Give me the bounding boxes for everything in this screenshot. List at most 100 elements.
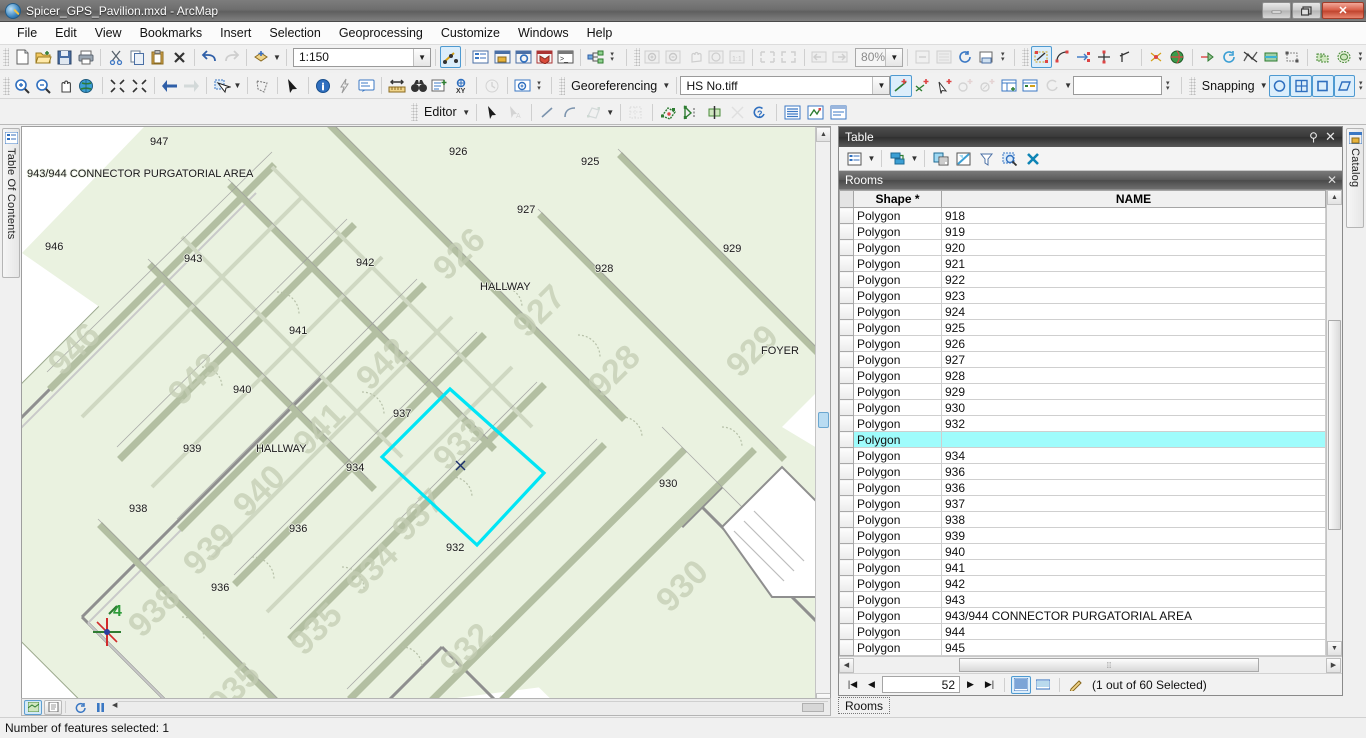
table-row[interactable]: Polygon 941: [839, 559, 1326, 576]
tools-overflow-icon[interactable]: ▾ ▾: [533, 75, 544, 97]
create-features-window-icon[interactable]: [827, 101, 850, 123]
row-selector-cell[interactable]: [839, 639, 854, 656]
select-by-attributes-icon[interactable]: [975, 148, 998, 170]
table-row[interactable]: Polygon 943: [839, 591, 1326, 608]
chevron-down-icon[interactable]: ▼: [872, 77, 890, 94]
full-extent-raster-icon[interactable]: [706, 46, 727, 68]
select-elements-arrow-icon[interactable]: [282, 75, 304, 97]
table-vertical-scrollbar[interactable]: ▲ ▼: [1326, 190, 1342, 656]
table-options-icon[interactable]: [843, 148, 866, 170]
cell-shape[interactable]: Polygon: [853, 463, 942, 480]
table-row[interactable]: Polygon 919: [839, 223, 1326, 240]
previous-record-icon[interactable]: ◀: [863, 676, 880, 693]
cell-name[interactable]: 936: [941, 479, 1326, 496]
edge-snapping-icon[interactable]: [1311, 74, 1334, 97]
find-route-icon[interactable]: [429, 75, 451, 97]
full-extent-globe-icon[interactable]: [76, 75, 98, 97]
table-of-contents-window-icon[interactable]: [470, 46, 491, 68]
cell-name[interactable]: 928: [941, 367, 1326, 384]
row-selector-cell[interactable]: [839, 223, 854, 240]
sketch-arc-icon[interactable]: [1052, 46, 1073, 68]
reshape-polygon-icon[interactable]: [1282, 46, 1303, 68]
close-button[interactable]: ✕: [1322, 2, 1364, 19]
cell-name[interactable]: 938: [941, 511, 1326, 528]
refresh-icon[interactable]: [71, 700, 89, 715]
cell-name[interactable]: 934: [941, 447, 1326, 464]
table-row[interactable]: Polygon 923: [839, 287, 1326, 304]
minimize-button[interactable]: [1262, 2, 1291, 19]
table-bottom-tab-rooms[interactable]: Rooms: [838, 697, 891, 714]
add-vertex-icon[interactable]: [1073, 46, 1094, 68]
cell-shape[interactable]: Polygon: [853, 287, 942, 304]
cut-scissors-icon[interactable]: [105, 46, 126, 68]
table-row[interactable]: Polygon 936: [839, 479, 1326, 496]
page-zoom-combo[interactable]: 80% ▼: [855, 47, 904, 67]
table-row[interactable]: Polygon 929: [839, 383, 1326, 400]
row-selector-cell[interactable]: [839, 591, 854, 608]
cell-name[interactable]: 930: [941, 399, 1326, 416]
point-snapping-icon[interactable]: [1268, 74, 1291, 97]
table-row[interactable]: Polygon 939: [839, 527, 1326, 544]
scroll-left-icon[interactable]: ◀: [839, 657, 854, 673]
pan-hand-icon[interactable]: [55, 75, 77, 97]
table-row[interactable]: Polygon: [839, 431, 1326, 448]
pin-icon[interactable]: ⚲: [1306, 129, 1321, 144]
row-selector-cell[interactable]: [839, 207, 854, 224]
forward-extent-icon[interactable]: [180, 75, 202, 97]
edit-vertices-icon[interactable]: [1030, 46, 1052, 68]
row-selector-cell[interactable]: [839, 431, 854, 448]
table-row[interactable]: Polygon 924: [839, 303, 1326, 320]
georef-overflow-icon[interactable]: ▾ ▾: [1162, 75, 1173, 97]
add-data-dropdown-icon[interactable]: ▼: [272, 46, 282, 68]
data-driven-pages-icon[interactable]: [933, 46, 954, 68]
delete-all-links-icon[interactable]: [977, 75, 999, 97]
georef-layer-combo[interactable]: HS No.tiff ▼: [680, 76, 891, 95]
straight-segment-icon[interactable]: [536, 101, 559, 123]
menu-item-windows[interactable]: Windows: [509, 23, 578, 43]
perpendicular-icon[interactable]: [1116, 46, 1137, 68]
arctoolbox-window-icon[interactable]: [534, 46, 555, 68]
row-selector-cell[interactable]: [839, 335, 854, 352]
cell-shape[interactable]: Polygon: [853, 239, 942, 256]
time-slider-icon[interactable]: [481, 75, 503, 97]
menu-item-file[interactable]: File: [8, 23, 46, 43]
cell-name[interactable]: 924: [941, 303, 1326, 320]
select-dropdown-icon[interactable]: ▼: [232, 75, 242, 97]
project-icon[interactable]: [1167, 46, 1188, 68]
table-hscroll-thumb[interactable]: ⁞⁞: [959, 658, 1259, 672]
rotate-dropdown-icon[interactable]: ▼: [1063, 75, 1073, 97]
row-selector-cell[interactable]: [839, 511, 854, 528]
cell-name[interactable]: 921: [941, 255, 1326, 272]
table-row[interactable]: Polygon 930: [839, 399, 1326, 416]
explode-multipart-icon[interactable]: [1146, 46, 1167, 68]
row-selector-cell[interactable]: [839, 463, 854, 480]
attributes-table-icon[interactable]: [781, 101, 804, 123]
cell-name[interactable]: 918: [941, 207, 1326, 224]
table-row[interactable]: Polygon 926: [839, 335, 1326, 352]
toolbar-overflow-icon-2[interactable]: ▾ ▾: [997, 46, 1008, 68]
edit-pencil-icon[interactable]: [1066, 676, 1086, 694]
cell-shape[interactable]: Polygon: [853, 511, 942, 528]
cell-shape[interactable]: Polygon: [853, 383, 942, 400]
tools-grip[interactable]: [3, 76, 10, 95]
html-popup-icon[interactable]: [356, 75, 378, 97]
table-row[interactable]: Polygon 918: [839, 207, 1326, 224]
fixed-zoom-out-icon[interactable]: [128, 75, 150, 97]
zoom-in-icon[interactable]: [12, 75, 34, 97]
cell-shape[interactable]: Polygon: [853, 543, 942, 560]
cell-shape[interactable]: Polygon: [853, 207, 942, 224]
cell-name[interactable]: 941: [941, 559, 1326, 576]
menu-item-customize[interactable]: Customize: [432, 23, 509, 43]
georeferencing-menu[interactable]: Georeferencing: [567, 79, 661, 93]
editor-menu[interactable]: Editor: [420, 105, 461, 119]
georef-text-input[interactable]: [1073, 76, 1163, 95]
scroll-right-icon[interactable]: ▶: [1326, 657, 1341, 673]
table-tab-rooms[interactable]: Rooms ✕: [839, 171, 1342, 190]
row-selector-cell[interactable]: [839, 559, 854, 576]
map-bottom-slider[interactable]: ◀: [112, 701, 828, 714]
cell-shape[interactable]: Polygon: [853, 223, 942, 240]
georeferencing-dropdown-icon[interactable]: ▼: [661, 75, 671, 97]
auto-registration-icon[interactable]: [912, 75, 934, 97]
select-link-icon[interactable]: [934, 75, 956, 97]
table-options-dropdown-icon[interactable]: ▼: [866, 148, 877, 170]
